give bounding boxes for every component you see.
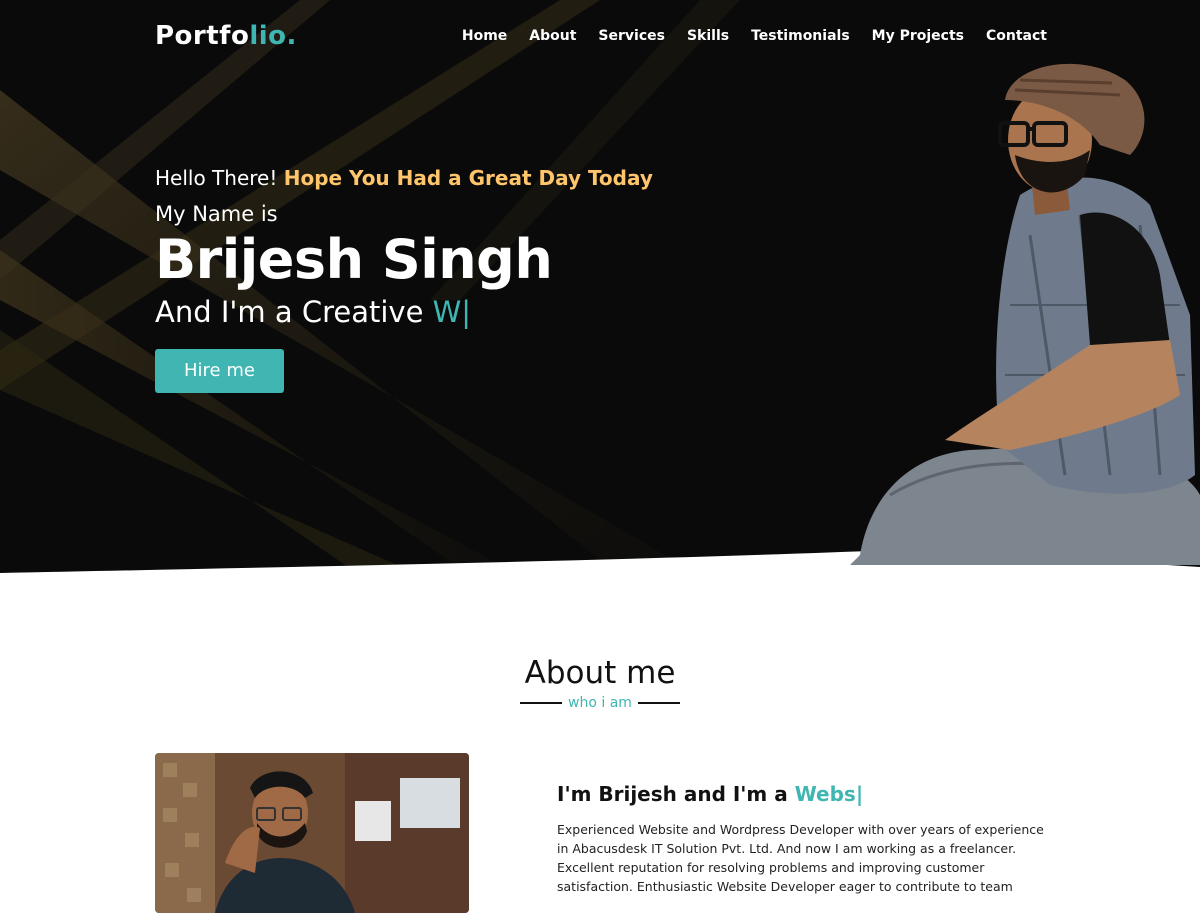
greeting-text: Hello There! <box>155 166 278 190</box>
about-header: About me who i am <box>0 655 1200 711</box>
nav-my-projects[interactable]: My Projects <box>872 28 964 44</box>
role-prefix: And I'm a Creative <box>155 295 424 329</box>
about-title: About me <box>524 655 676 691</box>
nav-home[interactable]: Home <box>462 28 507 44</box>
about-heading-prefix: I'm Brijesh and I'm a <box>557 782 788 806</box>
nav-links: Home About Services Skills Testimonials … <box>462 28 1047 44</box>
profile-photo-icon <box>155 753 469 913</box>
subtitle-divider-right <box>637 702 680 704</box>
hero-role: And I'm a Creative W| <box>155 295 653 329</box>
nav-skills[interactable]: Skills <box>687 28 729 44</box>
nav-testimonials[interactable]: Testimonials <box>751 28 850 44</box>
navbar: Portfolio. Home About Services Skills Te… <box>155 18 1047 54</box>
about-heading-typed: Webs| <box>794 782 864 806</box>
hero-name: Brijesh Singh <box>155 228 553 291</box>
about-subtitle: who i am <box>568 695 632 711</box>
about-content: I'm Brijesh and I'm a Webs| Experienced … <box>557 782 1047 896</box>
greeting-highlight: Hope You Had a Great Day Today <box>283 166 653 190</box>
name-intro: My Name is <box>155 202 278 226</box>
role-typed: W| <box>432 295 472 329</box>
hero-greeting: Hello There! Hope You Had a Great Day To… <box>155 166 653 190</box>
nav-services[interactable]: Services <box>598 28 665 44</box>
about-paragraph: Experienced Website and Wordpress Develo… <box>557 822 1044 894</box>
hero-section: Portfolio. Home About Services Skills Te… <box>0 0 1200 575</box>
hire-me-button[interactable]: Hire me <box>155 349 284 393</box>
person-illustration-icon <box>850 63 1200 565</box>
hero-text: Hello There! Hope You Had a Great Day To… <box>155 166 653 393</box>
subtitle-divider-left <box>520 702 563 704</box>
about-heading: I'm Brijesh and I'm a Webs| <box>557 782 1047 806</box>
logo-accent: lio. <box>249 21 297 51</box>
nav-about[interactable]: About <box>529 28 576 44</box>
nav-contact[interactable]: Contact <box>986 28 1047 44</box>
logo[interactable]: Portfolio. <box>155 21 297 51</box>
logo-main: Portfo <box>155 21 250 51</box>
about-subtitle-row: who i am <box>0 695 1200 711</box>
